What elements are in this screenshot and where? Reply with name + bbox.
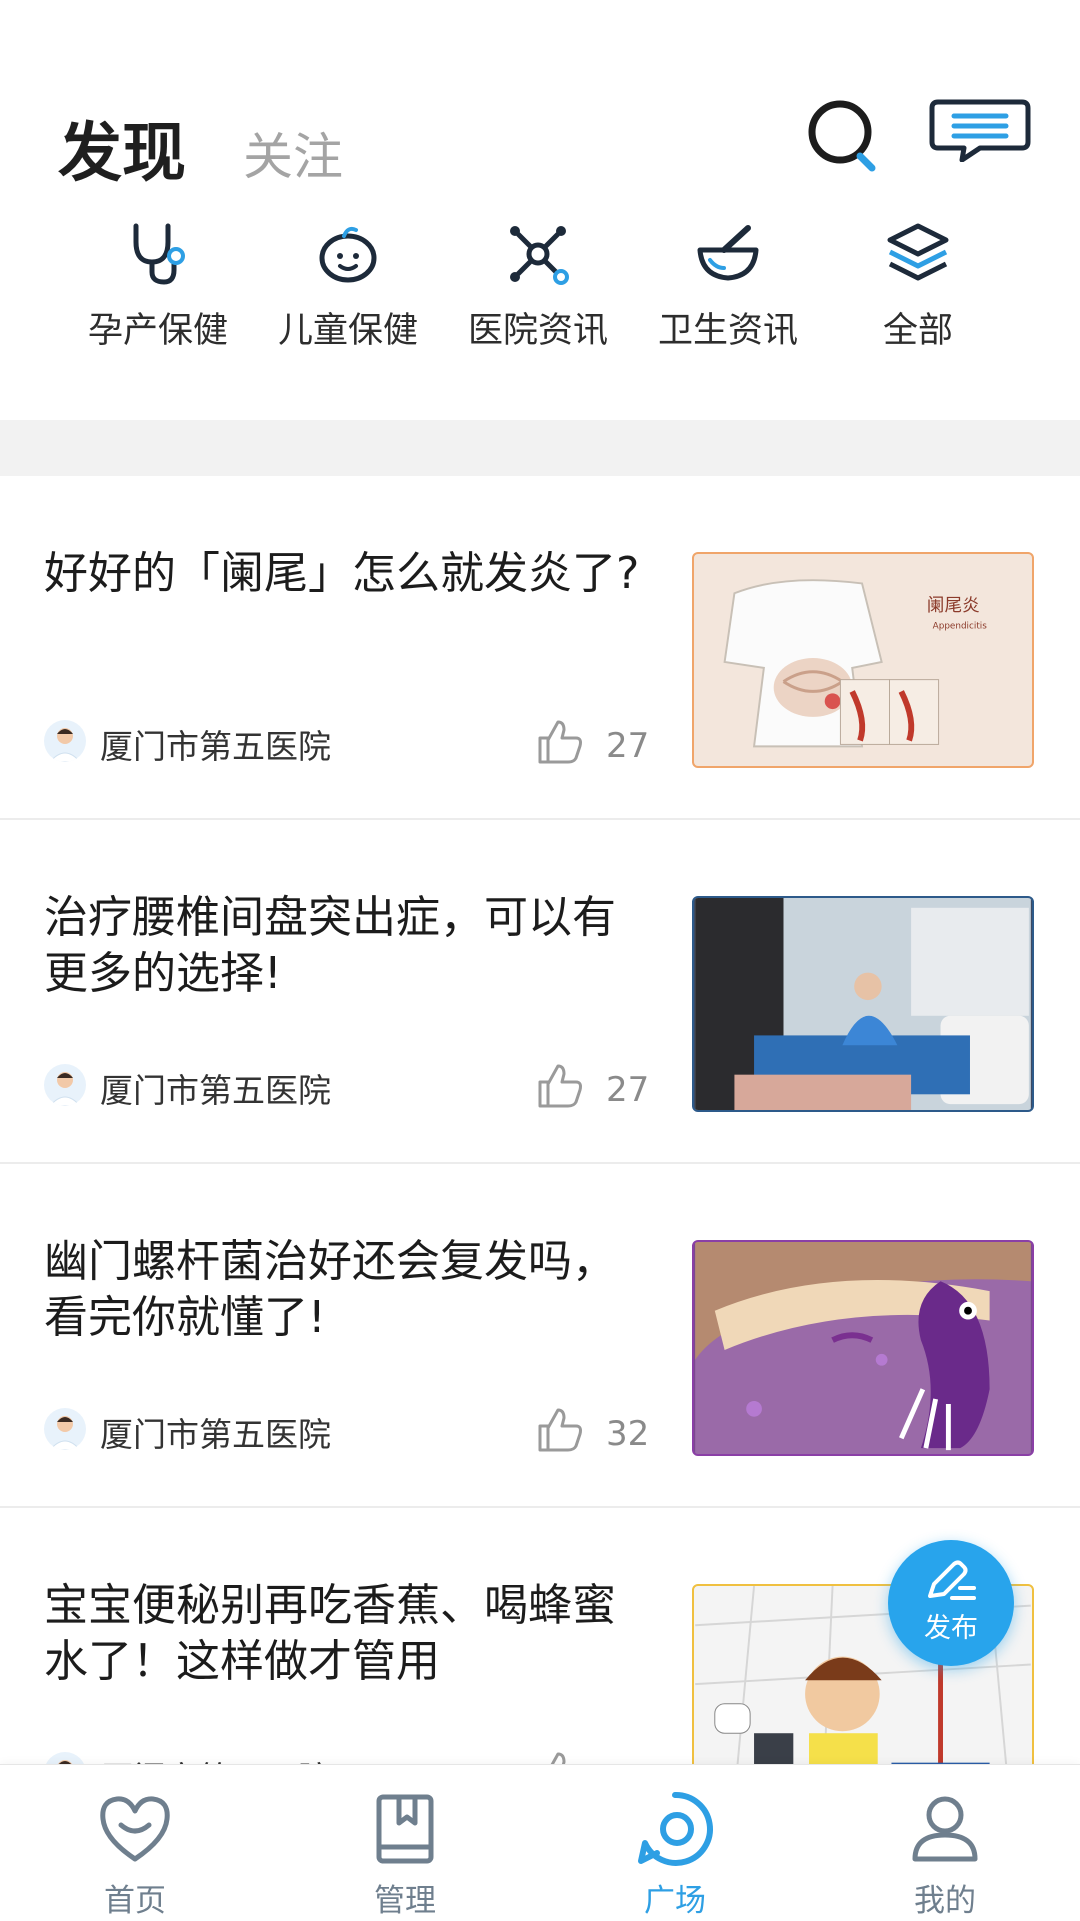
article-title: 治疗腰椎间盘突出症，可以有更多的选择! [44, 892, 616, 999]
article-thumbnail[interactable]: 阑尾炎 Appendicitis [692, 552, 1034, 768]
avatar [44, 720, 86, 762]
nav-label: 首页 [104, 1883, 166, 1919]
category-row: 孕产保健 儿童保健 医院资讯 卫生资讯 全部 [0, 220, 1080, 353]
nav-label: 我的 [914, 1883, 976, 1919]
article-title: 幽门螺杆菌治好还会复发吗，看完你就懂了! [44, 1236, 616, 1343]
pen-icon [928, 1560, 976, 1600]
category-health-news[interactable]: 卫生资讯 [633, 220, 823, 353]
baby-face-icon [319, 226, 377, 283]
article-title: 宝宝便秘别再吃香蕉、喝蜂蜜水了！这样做才管用 [44, 1580, 616, 1687]
article-source: 厦门市第五医院 [100, 1415, 331, 1454]
person-icon [912, 1796, 978, 1862]
section-divider [0, 420, 1080, 476]
book-icon [376, 1794, 434, 1864]
publish-button[interactable]: 发布 [888, 1540, 1014, 1666]
like-count: 27 [606, 1070, 650, 1110]
article-meta: 厦门市第五医院 [44, 1750, 654, 1764]
article-item[interactable]: 好好的「阑尾」怎么就发炎了? 厦门市第五医院 27 阑尾炎 Appendicit… [0, 476, 1080, 820]
article-thumbnail[interactable] [692, 1240, 1034, 1456]
category-label: 全部 [882, 311, 953, 351]
heart-home-icon [100, 1796, 170, 1862]
article-item[interactable]: 治疗腰椎间盘突出症，可以有更多的选择! 厦门市第五医院 27 [0, 820, 1080, 1164]
avatar [44, 1064, 86, 1106]
search-icon[interactable] [800, 92, 890, 182]
like-count: 27 [606, 726, 650, 766]
like-count: 32 [606, 1414, 650, 1454]
article-title: 好好的「阑尾」怎么就发炎了? [44, 548, 640, 599]
article-item[interactable]: 幽门螺杆菌治好还会复发吗，看完你就懂了! 厦门市第五医院 32 [0, 1164, 1080, 1508]
category-all[interactable]: 全部 [823, 220, 1013, 353]
article-thumbnail[interactable] [692, 896, 1034, 1112]
article-meta: 厦门市第五医院 27 [44, 718, 654, 768]
mortar-pestle-icon [697, 225, 759, 281]
like-icon[interactable] [534, 716, 586, 768]
like-icon[interactable] [534, 1404, 586, 1456]
nav-label: 广场 [644, 1883, 706, 1919]
stethoscope-icon [133, 223, 185, 285]
avatar [44, 1752, 86, 1764]
tab-discover[interactable]: 发现 [58, 102, 186, 194]
article-source: 厦门市第五医院 [100, 1071, 331, 1110]
plaza-icon [638, 1791, 713, 1866]
bottom-navigation: 首页 管理 广场 我的 [0, 1764, 1080, 1921]
category-label: 卫生资讯 [657, 311, 798, 351]
category-hospital-news[interactable]: 医院资讯 [443, 220, 633, 353]
network-icon [510, 226, 569, 285]
article-meta: 厦门市第五医院 27 [44, 1062, 654, 1112]
header: 发现 关注 孕产保健 儿童保健 医院资讯 卫生资讯 全部 [0, 0, 1080, 420]
category-label: 儿童保健 [277, 311, 418, 351]
avatar [44, 1408, 86, 1450]
nav-home[interactable]: 首页 [0, 1765, 270, 1921]
nav-label: 管理 [374, 1883, 436, 1919]
message-icon[interactable] [928, 96, 1032, 162]
article-source: 厦门市第五医院 [100, 727, 331, 766]
article-source: 厦门市第五医院 [100, 1752, 331, 1764]
like-icon[interactable] [534, 1060, 586, 1112]
tab-follow[interactable]: 关注 [243, 117, 343, 189]
publish-label: 发布 [924, 1613, 978, 1644]
category-child-care[interactable]: 儿童保健 [253, 220, 443, 353]
nav-mine[interactable]: 我的 [810, 1765, 1080, 1921]
article-meta: 厦门市第五医院 32 [44, 1406, 654, 1456]
nav-manage[interactable]: 管理 [270, 1765, 540, 1921]
category-label: 孕产保健 [87, 311, 228, 351]
layers-icon [887, 223, 949, 281]
thumbnail-subtext: Appendicitis [933, 622, 988, 632]
like-icon[interactable] [534, 1748, 586, 1764]
category-maternal-care[interactable]: 孕产保健 [63, 220, 253, 353]
nav-plaza[interactable]: 广场 [540, 1765, 810, 1921]
category-label: 医院资讯 [467, 311, 608, 351]
thumbnail-text: 阑尾炎 [927, 595, 980, 616]
